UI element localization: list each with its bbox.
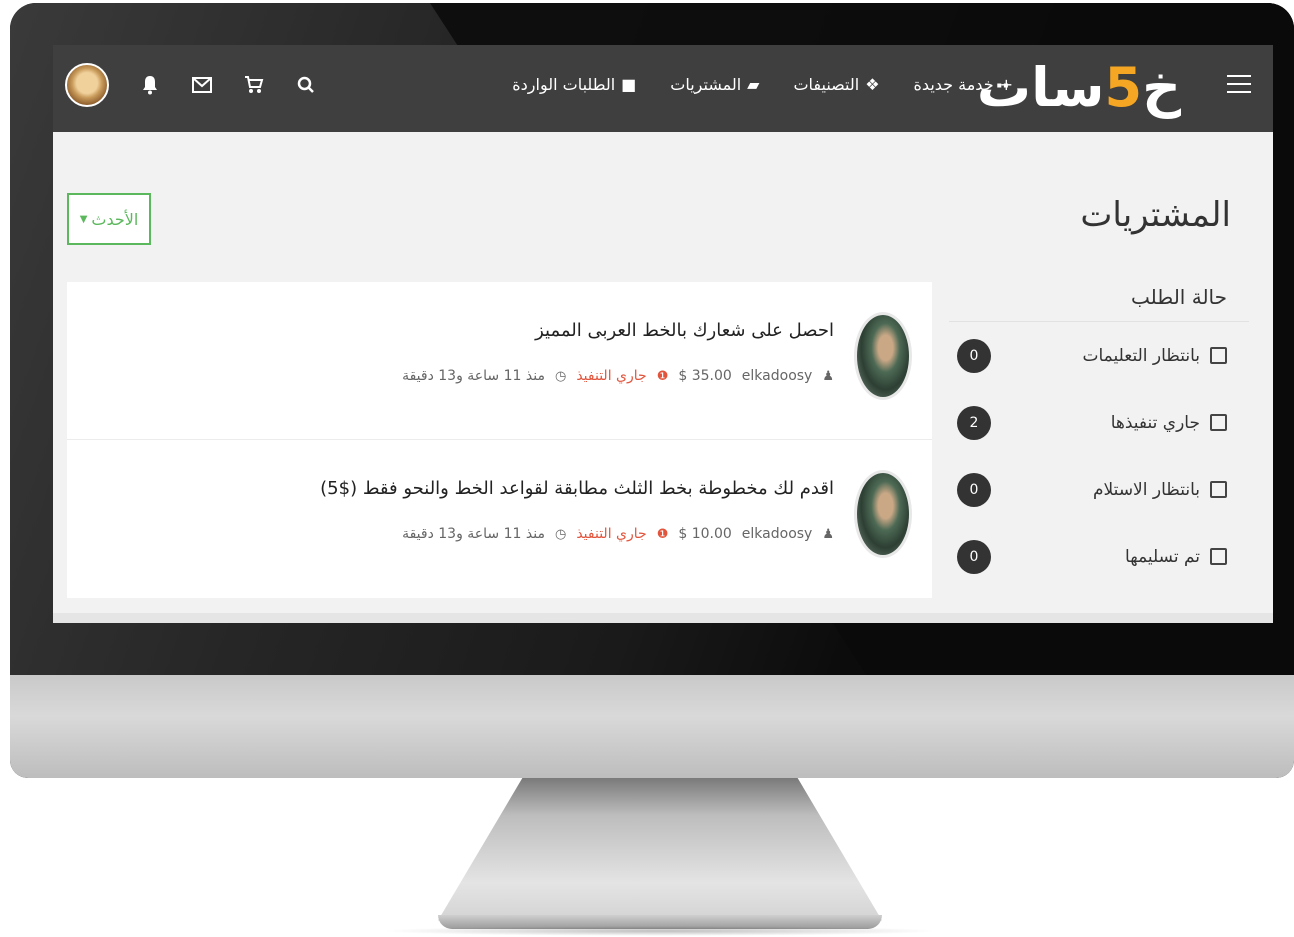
nav-categories[interactable]: ❖ التصنيفات bbox=[793, 75, 879, 94]
folder-icon: ▰ bbox=[747, 75, 760, 94]
filter-label: تم تسليمها bbox=[1125, 546, 1200, 567]
nav-new-service-label: خدمة جديدة bbox=[913, 75, 994, 94]
caret-down-icon: ▼ bbox=[79, 213, 88, 225]
cart-icon[interactable] bbox=[243, 74, 265, 96]
plus-icon: + bbox=[999, 75, 1013, 94]
seller-avatar[interactable] bbox=[854, 470, 912, 558]
page-title: المشتريات bbox=[1080, 195, 1231, 235]
status-filter-sidebar: حالة الطلب بانتظار التعليمات 0 جاري تنفي… bbox=[949, 277, 1249, 590]
sort-label: الأحدث bbox=[91, 209, 139, 229]
clock-icon: ◷ bbox=[554, 526, 567, 542]
filter-awaiting-delivery[interactable]: بانتظار الاستلام 0 bbox=[949, 456, 1249, 523]
screen-footer-edge bbox=[53, 613, 1273, 623]
monitor-stand bbox=[438, 778, 882, 921]
count-badge: 0 bbox=[957, 338, 991, 373]
order-time: منذ 11 ساعة و13 دقيقة bbox=[402, 526, 545, 542]
filter-in-progress[interactable]: جاري تنفيذها 2 bbox=[949, 389, 1249, 456]
nav-incoming-orders-label: الطلبات الواردة bbox=[512, 75, 616, 94]
user-avatar[interactable] bbox=[65, 63, 109, 107]
sidebar-title: حالة الطلب bbox=[949, 277, 1249, 322]
order-price: 35.00 $ bbox=[678, 368, 732, 384]
filter-label: بانتظار الاستلام bbox=[1093, 479, 1200, 500]
search-icon[interactable] bbox=[295, 74, 317, 96]
menu-icon[interactable] bbox=[1227, 75, 1251, 95]
nav-incoming-orders[interactable]: ■ الطلبات الواردة bbox=[512, 75, 636, 94]
order-meta: ♟ elkadoosy 35.00 $ ❶ جاري التنفيذ ◷ منذ… bbox=[402, 368, 834, 384]
nav-purchases-label: المشتريات bbox=[670, 75, 742, 94]
info-icon: ❶ bbox=[656, 526, 669, 542]
seller-name[interactable]: elkadoosy bbox=[742, 526, 813, 542]
user-icon: ♟ bbox=[822, 368, 834, 384]
order-title-link[interactable]: اقدم لك مخطوطة بخط الثلث مطابقة لقواعد ا… bbox=[320, 478, 834, 499]
info-icon: ❶ bbox=[656, 368, 669, 384]
screen: خ5سات + خدمة جديدة ❖ التصنيفات ▰ المشتري… bbox=[53, 45, 1273, 623]
order-price: 10.00 $ bbox=[678, 526, 732, 542]
seller-name[interactable]: elkadoosy bbox=[742, 368, 813, 384]
cubes-icon: ❖ bbox=[865, 75, 880, 94]
order-status: جاري التنفيذ bbox=[576, 526, 647, 542]
order-title-link[interactable]: احصل على شعارك بالخط العربى المميز bbox=[535, 320, 834, 341]
nav-categories-label: التصنيفات bbox=[793, 75, 860, 94]
nav-icons bbox=[65, 63, 317, 107]
count-badge: 0 bbox=[957, 539, 991, 574]
truck-icon: ■ bbox=[621, 75, 637, 94]
checkbox[interactable] bbox=[1210, 481, 1227, 498]
logo-accent: 5 bbox=[1104, 56, 1145, 119]
sort-dropdown[interactable]: الأحدث ▼ bbox=[67, 193, 151, 245]
count-badge: 2 bbox=[957, 405, 991, 440]
monitor-chin bbox=[10, 675, 1294, 778]
order-meta: ♟ elkadoosy 10.00 $ ❶ جاري التنفيذ ◷ منذ… bbox=[402, 526, 834, 542]
checkbox[interactable] bbox=[1210, 347, 1227, 364]
nav-purchases[interactable]: ▰ المشتريات bbox=[670, 75, 759, 94]
user-icon: ♟ bbox=[822, 526, 834, 542]
order-status: جاري التنفيذ bbox=[576, 368, 647, 384]
filter-label: بانتظار التعليمات bbox=[1082, 345, 1200, 366]
checkbox[interactable] bbox=[1210, 548, 1227, 565]
envelope-icon[interactable] bbox=[191, 74, 213, 96]
orders-list: احصل على شعارك بالخط العربى المميز ♟ elk… bbox=[67, 282, 932, 598]
order-time: منذ 11 ساعة و13 دقيقة bbox=[402, 368, 545, 384]
checkbox[interactable] bbox=[1210, 414, 1227, 431]
filter-label: جاري تنفيذها bbox=[1110, 412, 1200, 433]
count-badge: 0 bbox=[957, 472, 991, 507]
nav-new-service[interactable]: + خدمة جديدة bbox=[914, 75, 1013, 94]
bell-icon[interactable] bbox=[139, 74, 161, 96]
filter-awaiting-instructions[interactable]: بانتظار التعليمات 0 bbox=[949, 322, 1249, 389]
nav-links: + خدمة جديدة ❖ التصنيفات ▰ المشتريات ■ ا… bbox=[512, 75, 1013, 94]
stand-shadow bbox=[380, 926, 940, 936]
filter-delivered[interactable]: تم تسليمها 0 bbox=[949, 523, 1249, 590]
list-item: احصل على شعارك بالخط العربى المميز ♟ elk… bbox=[67, 282, 932, 440]
list-item: اقدم لك مخطوطة بخط الثلث مطابقة لقواعد ا… bbox=[67, 440, 932, 597]
clock-icon: ◷ bbox=[554, 368, 567, 384]
seller-avatar[interactable] bbox=[854, 312, 912, 400]
navbar: خ5سات + خدمة جديدة ❖ التصنيفات ▰ المشتري… bbox=[53, 45, 1273, 132]
